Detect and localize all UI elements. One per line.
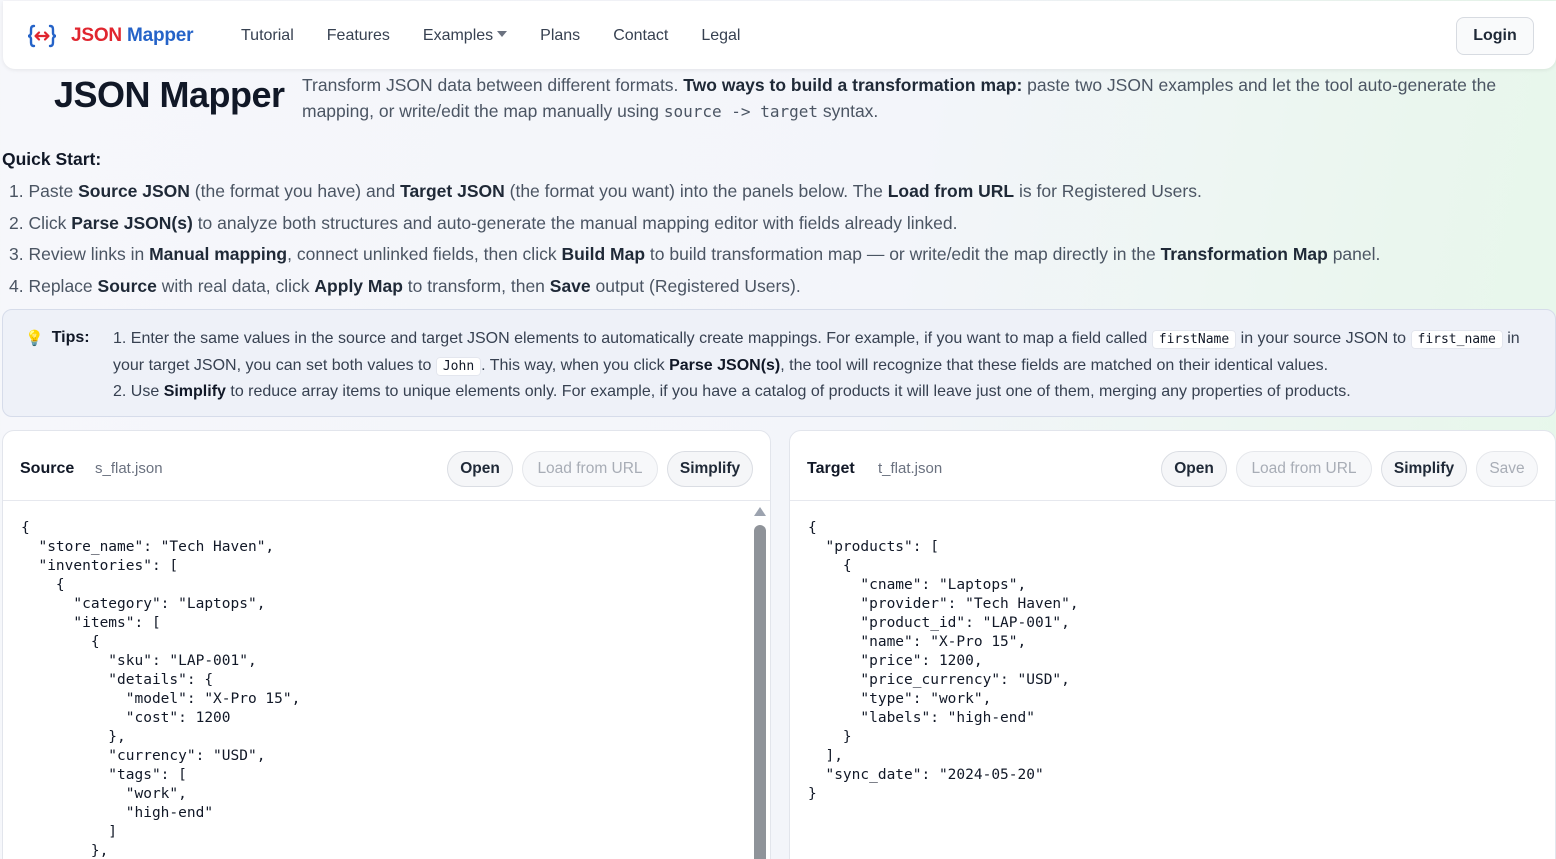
source-panel: Source s_flat.json Open Load from URL Si… bbox=[2, 430, 771, 859]
scroll-up-arrow-icon[interactable] bbox=[754, 507, 766, 516]
tips-label: 💡 Tips: bbox=[25, 329, 90, 347]
brand-name: JSON Mapper bbox=[71, 25, 194, 46]
login-button[interactable]: Login bbox=[1456, 17, 1534, 55]
target-panel-header: Target t_flat.json Open Load from URL Si… bbox=[790, 431, 1555, 501]
nav-contact[interactable]: Contact bbox=[613, 27, 668, 45]
source-json-editor[interactable]: { "store_name": "Tech Haven", "inventori… bbox=[21, 519, 300, 859]
brand-logo-link[interactable]: JSON Mapper bbox=[27, 23, 194, 49]
quick-start-step: 4. Replace Source with real data, click … bbox=[9, 275, 801, 296]
lightbulb-icon: 💡 bbox=[25, 330, 44, 347]
source-panel-header: Source s_flat.json Open Load from URL Si… bbox=[3, 431, 770, 501]
nav-legal[interactable]: Legal bbox=[701, 27, 740, 45]
page-description: Transform JSON data between different fo… bbox=[302, 75, 1497, 121]
source-title: Source bbox=[20, 460, 75, 477]
nav-examples-label: Examples bbox=[422, 27, 494, 44]
nav-plans[interactable]: Plans bbox=[540, 27, 580, 45]
target-title: Target bbox=[807, 460, 855, 477]
tips-text: 1. Enter the same values in the source a… bbox=[113, 326, 1543, 405]
quick-start-step: 2. Click Parse JSON(s) to analyze both s… bbox=[9, 212, 958, 233]
target-panel: Target t_flat.json Open Load from URL Si… bbox=[789, 430, 1556, 859]
source-open-button[interactable]: Open bbox=[447, 451, 513, 487]
scroll-thumb[interactable] bbox=[754, 525, 766, 859]
json-brackets-arrows-icon bbox=[27, 24, 57, 48]
quick-start-step: 1. Paste Source JSON (the format you hav… bbox=[9, 181, 1202, 201]
quick-start-steps: 1. Paste Source JSON (the format you hav… bbox=[9, 178, 1380, 304]
target-open-button[interactable]: Open bbox=[1161, 451, 1227, 487]
nav-links: Tutorial Features Examples Plans Contact… bbox=[241, 27, 773, 45]
quick-start-title: Quick Start: bbox=[2, 149, 102, 169]
source-scrollbar[interactable] bbox=[754, 507, 766, 859]
tip-item: 2. Use Simplify to reduce array items to… bbox=[113, 383, 1351, 400]
target-simplify-button[interactable]: Simplify bbox=[1381, 451, 1467, 487]
page-title: JSON Mapper bbox=[54, 74, 285, 115]
quick-start-step: 3. Review links in Manual mapping, conne… bbox=[9, 244, 1381, 264]
target-json-editor[interactable]: { "products": [ { "cname": "Laptops", "p… bbox=[808, 519, 1079, 804]
source-simplify-button[interactable]: Simplify bbox=[667, 451, 753, 487]
caret-down-icon bbox=[497, 31, 508, 37]
target-filename: t_flat.json bbox=[878, 460, 943, 477]
nav-features[interactable]: Features bbox=[327, 27, 390, 45]
target-load-url-button[interactable]: Load from URL bbox=[1236, 451, 1372, 487]
source-load-url-button[interactable]: Load from URL bbox=[522, 451, 658, 487]
nav-tutorial[interactable]: Tutorial bbox=[241, 27, 294, 45]
navbar: JSON Mapper Tutorial Features Examples Pl… bbox=[3, 1, 1556, 69]
tips-box: 💡 Tips: 1. Enter the same values in the s… bbox=[2, 309, 1556, 417]
tip-item: 1. Enter the same values in the source a… bbox=[113, 330, 1520, 376]
source-filename: s_flat.json bbox=[95, 460, 163, 477]
nav-examples-dropdown[interactable]: Examples bbox=[422, 27, 508, 45]
target-save-button[interactable]: Save bbox=[1476, 451, 1538, 487]
